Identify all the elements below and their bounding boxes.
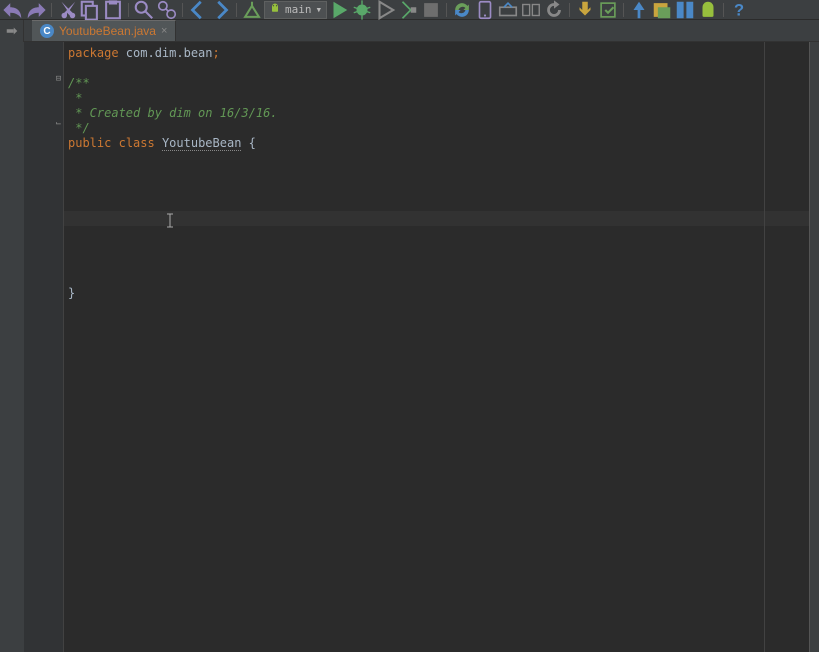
separator xyxy=(623,3,624,17)
vcs-diff-icon[interactable] xyxy=(674,1,696,19)
android-device-icon[interactable] xyxy=(697,1,719,19)
redo-icon[interactable] xyxy=(25,1,47,19)
replace-icon[interactable] xyxy=(156,1,178,19)
close-tab-icon[interactable]: × xyxy=(161,25,167,37)
cut-icon[interactable] xyxy=(56,1,78,19)
code-line: */ xyxy=(68,121,90,136)
separator xyxy=(723,3,724,17)
svg-text:?: ? xyxy=(734,1,744,19)
ddms-icon[interactable] xyxy=(520,1,542,19)
separator xyxy=(446,3,447,17)
class-file-icon: C xyxy=(40,24,54,38)
android-icon xyxy=(269,2,281,17)
code-line: package com.dim.bean; xyxy=(68,46,220,61)
separator xyxy=(236,3,237,17)
editor-tab[interactable]: C YoutubeBean.java × xyxy=(32,20,176,41)
vcs-history-icon[interactable] xyxy=(651,1,673,19)
help-icon[interactable]: ? xyxy=(728,1,750,19)
editor-tabs: C YoutubeBean.java × xyxy=(24,20,819,42)
editor-gutter[interactable]: ⊟ ⌙ xyxy=(24,42,64,652)
sdk-manager-icon[interactable] xyxy=(497,1,519,19)
separator xyxy=(128,3,129,17)
code-line: /** xyxy=(68,76,90,91)
separator xyxy=(51,3,52,17)
attach-debugger-icon[interactable] xyxy=(397,1,419,19)
fold-minus-icon[interactable]: ⊟ xyxy=(54,75,63,84)
project-tool-collapse-icon[interactable] xyxy=(0,20,24,42)
reload-icon[interactable] xyxy=(543,1,565,19)
vcs-commit-icon[interactable] xyxy=(597,1,619,19)
tabs-spacer xyxy=(24,20,32,41)
sync-gradle-icon[interactable] xyxy=(451,1,473,19)
code-line: * xyxy=(68,91,82,106)
run-icon[interactable] xyxy=(328,1,350,19)
run-coverage-icon[interactable] xyxy=(374,1,396,19)
paste-icon[interactable] xyxy=(102,1,124,19)
code-line: public class YoutubeBean { xyxy=(68,136,256,151)
make-project-icon[interactable] xyxy=(241,1,263,19)
vcs-update-icon[interactable] xyxy=(574,1,596,19)
current-line-highlight xyxy=(64,211,819,226)
run-config-selector[interactable]: main ▾ xyxy=(264,1,327,19)
separator xyxy=(569,3,570,17)
right-margin-guide xyxy=(764,42,765,652)
main-toolbar: main ▾ ? xyxy=(0,0,819,20)
separator xyxy=(182,3,183,17)
back-icon[interactable] xyxy=(187,1,209,19)
run-config-label: main xyxy=(285,3,312,16)
vcs-checkout-icon[interactable] xyxy=(628,1,650,19)
find-icon[interactable] xyxy=(133,1,155,19)
debug-icon[interactable] xyxy=(351,1,373,19)
code-line: } xyxy=(68,286,75,301)
code-line: * Created by dim on 16/3/16. xyxy=(68,106,278,121)
forward-icon[interactable] xyxy=(210,1,232,19)
tab-filename: YoutubeBean.java xyxy=(59,24,156,38)
editor[interactable]: ⊟ ⌙ package com.dim.bean; /** * * Create… xyxy=(24,42,819,652)
stop-icon[interactable] xyxy=(420,1,442,19)
error-stripe[interactable] xyxy=(809,42,819,652)
chevron-down-icon: ▾ xyxy=(316,3,323,16)
copy-icon[interactable] xyxy=(79,1,101,19)
undo-icon[interactable] xyxy=(2,1,24,19)
code-area[interactable]: package com.dim.bean; /** * * Created by… xyxy=(64,42,819,652)
avd-manager-icon[interactable] xyxy=(474,1,496,19)
fold-end-icon[interactable]: ⌙ xyxy=(54,120,63,129)
